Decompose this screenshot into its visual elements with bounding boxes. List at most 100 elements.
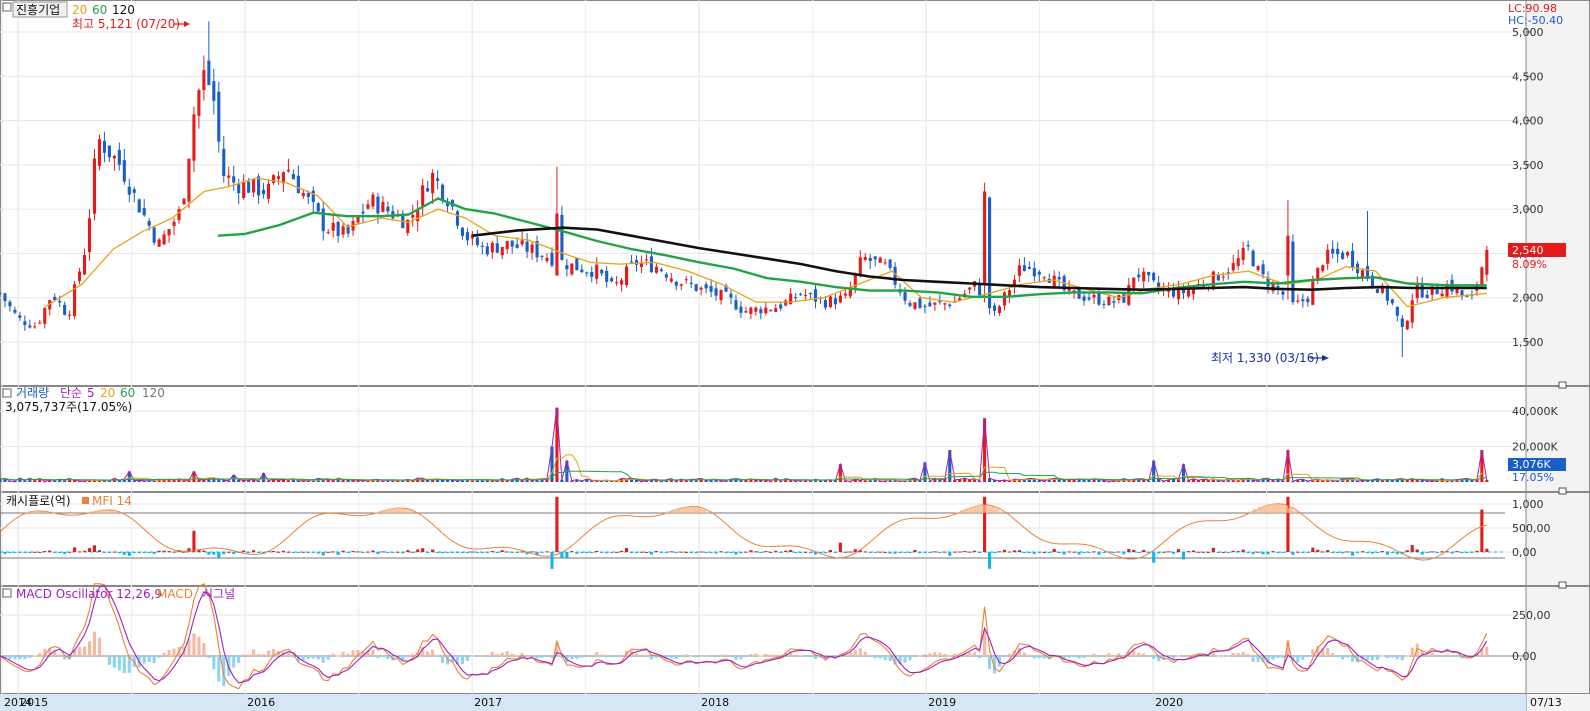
- cashflow-bar: [172, 551, 176, 553]
- macd-oscillator-bar: [600, 654, 604, 656]
- macd-oscillator-bar: [242, 654, 246, 656]
- macd-oscillator-bar: [1450, 656, 1454, 658]
- cashflow-bar: [227, 551, 231, 553]
- cashflow-bar: [445, 552, 450, 553]
- macd-oscillator-bar: [8, 656, 12, 660]
- mfi-overbought-fill: [99, 510, 105, 513]
- mfi-overbought-fill: [39, 511, 45, 513]
- cashflow-bar: [1336, 552, 1340, 553]
- candle-body: [187, 158, 191, 202]
- macd-oscillator-bar: [883, 656, 887, 660]
- time-axis-strip: [0, 694, 1526, 711]
- candle-body: [1405, 320, 1409, 330]
- price-panel-toggle-icon[interactable]: [2, 2, 12, 12]
- mfi-overbought-fill: [89, 511, 95, 513]
- chart-background: [0, 0, 1590, 711]
- candle-body: [162, 234, 166, 245]
- cashflow-bar: [43, 550, 47, 552]
- stock-chart-canvas[interactable]: 5,0004,5004,0003,5003,0002,5002,0001,500…: [0, 0, 1590, 711]
- macd-oscillator-bar: [1137, 652, 1141, 656]
- macd-oscillator-bar: [1072, 656, 1076, 658]
- candle-body: [1147, 271, 1151, 276]
- cashflow-bar: [242, 550, 246, 552]
- candle-body: [1296, 300, 1300, 302]
- mfi-overbought-fill: [984, 505, 990, 513]
- cashflow-title: 캐시플로(억): [6, 494, 71, 508]
- macd-oscillator-bar: [1032, 656, 1036, 659]
- cashflow-bar: [774, 550, 778, 552]
- candle-body: [92, 158, 97, 214]
- cashflow-bar: [799, 552, 803, 553]
- cashflow-bar: [565, 552, 569, 558]
- candle-body: [575, 258, 579, 271]
- price-tick-label: 1,500: [1512, 336, 1544, 349]
- macd-collapse-icon[interactable]: [1558, 581, 1567, 589]
- candle-body: [1137, 274, 1141, 278]
- candle-body: [615, 282, 619, 284]
- macd-oscillator-bar: [1067, 656, 1071, 658]
- mfi-overbought-fill: [1253, 509, 1259, 513]
- macd-oscillator-bar: [1281, 656, 1285, 659]
- volume-collapse-icon[interactable]: [1558, 381, 1567, 389]
- candle-body: [102, 140, 106, 153]
- cashflow-bar: [1306, 552, 1310, 553]
- candle-body: [545, 257, 549, 261]
- cashflow-bar: [366, 551, 370, 553]
- candle-body: [1400, 318, 1404, 327]
- macd-oscillator-bar: [167, 650, 171, 656]
- macd-oscillator-bar: [371, 650, 375, 656]
- candle-body: [192, 114, 196, 161]
- cashflow-bar: [704, 552, 708, 553]
- cashflow-bar: [615, 551, 619, 553]
- cashflow-bar: [968, 551, 972, 553]
- macd-oscillator-bar: [744, 656, 748, 657]
- cashflow-bar: [1365, 552, 1370, 554]
- cashflow-bar: [963, 551, 967, 553]
- cashflow-bar: [1186, 551, 1191, 553]
- cashflow-bar: [107, 552, 111, 553]
- macd-oscillator-bar: [212, 656, 216, 670]
- x-tick-label: 2019: [928, 696, 956, 709]
- cashflow-collapse-icon[interactable]: [1558, 487, 1567, 495]
- candle-body: [411, 214, 415, 218]
- macd-oscillator-bar: [1440, 656, 1444, 657]
- cashflow-bar: [1321, 551, 1325, 553]
- candle-body: [495, 243, 499, 253]
- cashflow-bar: [873, 552, 877, 553]
- cashflow-bar: [1172, 552, 1176, 554]
- macd-oscillator-bar: [426, 651, 430, 656]
- volume-tick-label: 20,000K: [1512, 441, 1558, 454]
- cashflow-bar: [923, 552, 927, 554]
- cashflow-bar: [540, 552, 544, 553]
- cashflow-bar: [1167, 551, 1171, 553]
- volume-panel-toggle-icon[interactable]: [2, 388, 12, 398]
- macd-oscillator-bar: [23, 656, 27, 660]
- cashflow-bar: [1251, 552, 1255, 555]
- cashflow-bar: [739, 552, 743, 554]
- cashflow-bar: [291, 552, 295, 553]
- candle-body: [674, 281, 678, 286]
- cashflow-bar: [1271, 551, 1275, 553]
- macd-panel-toggle-icon[interactable]: [2, 588, 12, 598]
- macd-oscillator-bar: [948, 655, 952, 657]
- cashflow-bar: [306, 552, 310, 553]
- macd-oscillator-bar: [1425, 654, 1429, 656]
- macd-oscillator-bar: [341, 651, 345, 656]
- mfi-overbought-fill: [387, 508, 393, 513]
- candle-body: [460, 227, 465, 236]
- macd-oscillator-bar: [197, 636, 201, 656]
- macd-oscillator-bar: [739, 656, 743, 660]
- cashflow-bar: [152, 552, 156, 554]
- cashflow-bar: [341, 550, 345, 552]
- low-marker-label: 최저 1,330 (03/16): [1211, 351, 1319, 365]
- candle-body: [570, 263, 574, 275]
- macd-oscillator-bar: [749, 654, 753, 656]
- candle-body: [157, 239, 161, 247]
- cashflow-bar: [1092, 551, 1096, 553]
- x-tick-label: 2017: [474, 696, 502, 709]
- cashflow-bar: [1440, 551, 1444, 553]
- cashflow-bar: [903, 552, 907, 553]
- candle-body: [520, 240, 524, 245]
- macd-oscillator-bar: [1435, 656, 1439, 657]
- price-tick-label: 4,000: [1512, 115, 1544, 128]
